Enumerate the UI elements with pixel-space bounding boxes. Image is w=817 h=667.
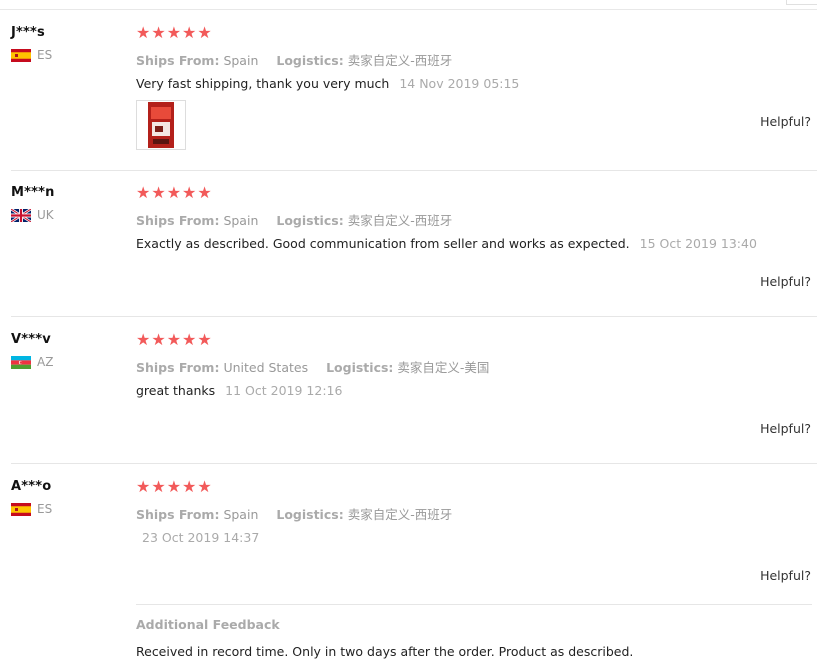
helpful-button[interactable]: Helpful? [760, 421, 811, 436]
review-body: ★★★★★ Ships From: Spain Logistics: 卖家自定义… [136, 183, 812, 252]
product-photo-icon [148, 102, 174, 148]
logistics-label: Logistics: [276, 507, 344, 522]
star-rating: ★★★★★ [136, 23, 213, 42]
star-rating: ★★★★★ [136, 330, 213, 349]
review-date: 11 Oct 2019 12:16 [225, 383, 343, 398]
flag-uk-icon [11, 208, 31, 222]
logistics-label: Logistics: [276, 53, 344, 68]
review-body: ★★★★★ Ships From: United States Logistic… [136, 330, 812, 399]
logistics-value: 卖家自定义-美国 [397, 360, 490, 375]
helpful-button[interactable]: Helpful? [760, 274, 811, 289]
review-body: ★★★★★ Ships From: Spain Logistics: 卖家自定义… [136, 25, 812, 150]
review-date: 14 Nov 2019 05:15 [399, 76, 520, 91]
additional-feedback-title: Additional Feedback [136, 617, 280, 632]
country-code: ES [37, 502, 53, 516]
review-text: Very fast shipping, thank you very much … [136, 76, 812, 91]
review-date: 23 Oct 2019 14:37 [142, 530, 260, 545]
ships-from-label: Ships From: [136, 53, 220, 68]
review-content: Exactly as described. Good communication… [136, 236, 630, 251]
review-text: Exactly as described. Good communication… [136, 236, 812, 251]
flag-spain-icon [11, 502, 31, 516]
reviewer-name: V***v [11, 332, 51, 347]
star-rating: ★★★★★ [136, 183, 213, 202]
flag-spain-icon [11, 48, 31, 62]
ships-from-value: Spain [223, 213, 259, 228]
reviewer-info: V***v AZ [11, 332, 53, 369]
review-body: ★★★★★ Ships From: Spain Logistics: 卖家自定义… [136, 477, 812, 546]
ships-from-label: Ships From: [136, 360, 220, 375]
review-item: A***o ES ★★★★★ Ships From: Spain Logisti… [0, 479, 817, 599]
helpful-button[interactable]: Helpful? [760, 568, 811, 583]
ships-from-label: Ships From: [136, 213, 220, 228]
flag-azerbaijan-icon [11, 355, 31, 369]
country-code: UK [37, 208, 54, 222]
review-item: J***s ES ★★★★★ Ships From: Spain Logisti… [0, 25, 817, 170]
reviewer-country: UK [11, 208, 55, 222]
country-code: AZ [37, 355, 54, 369]
ships-from-value: Spain [223, 53, 259, 68]
shipping-meta: Ships From: Spain Logistics: 卖家自定义-西班牙 [136, 210, 812, 229]
review-item: M***n UK ★★★★★ Ships From: Spain Logisti… [0, 185, 817, 315]
reviewer-name: A***o [11, 479, 52, 494]
reviewer-name: J***s [11, 25, 45, 40]
star-rating: ★★★★★ [136, 477, 213, 496]
logistics-value: 卖家自定义-西班牙 [347, 507, 453, 522]
ships-from-value: Spain [223, 507, 259, 522]
reviewer-info: A***o ES [11, 479, 52, 516]
review-content: great thanks [136, 383, 216, 398]
shipping-meta: Ships From: Spain Logistics: 卖家自定义-西班牙 [136, 50, 812, 69]
reviewer-country: ES [11, 48, 52, 62]
ships-from-value: United States [223, 360, 309, 375]
review-divider [11, 170, 817, 171]
logistics-value: 卖家自定义-西班牙 [347, 53, 453, 68]
logistics-value: 卖家自定义-西班牙 [347, 213, 453, 228]
reviewer-country: AZ [11, 355, 53, 369]
review-text: 23 Oct 2019 14:37 [136, 530, 812, 545]
shipping-meta: Ships From: Spain Logistics: 卖家自定义-西班牙 [136, 504, 812, 523]
review-date: 15 Oct 2019 13:40 [639, 236, 757, 251]
review-text: great thanks 11 Oct 2019 12:16 [136, 383, 812, 398]
reviewer-name: M***n [11, 185, 55, 200]
top-right-tab-edge [786, 0, 817, 5]
review-item: V***v AZ ★★★★★ Ships From: United States… [0, 332, 817, 462]
ships-from-label: Ships From: [136, 507, 220, 522]
reviewer-country: ES [11, 502, 52, 516]
top-divider [0, 9, 817, 10]
shipping-meta: Ships From: United States Logistics: 卖家自… [136, 357, 812, 376]
logistics-label: Logistics: [326, 360, 394, 375]
helpful-button[interactable]: Helpful? [760, 114, 811, 129]
review-divider [11, 463, 817, 464]
additional-feedback: Additional Feedback Received in record t… [136, 604, 812, 659]
reviewer-info: J***s ES [11, 25, 52, 62]
review-divider [11, 316, 817, 317]
review-content: Very fast shipping, thank you very much [136, 76, 390, 91]
review-photo-thumbnail[interactable] [136, 100, 186, 150]
logistics-label: Logistics: [276, 213, 344, 228]
country-code: ES [37, 48, 53, 62]
reviewer-info: M***n UK [11, 185, 55, 222]
additional-feedback-text: Received in record time. Only in two day… [136, 644, 634, 659]
